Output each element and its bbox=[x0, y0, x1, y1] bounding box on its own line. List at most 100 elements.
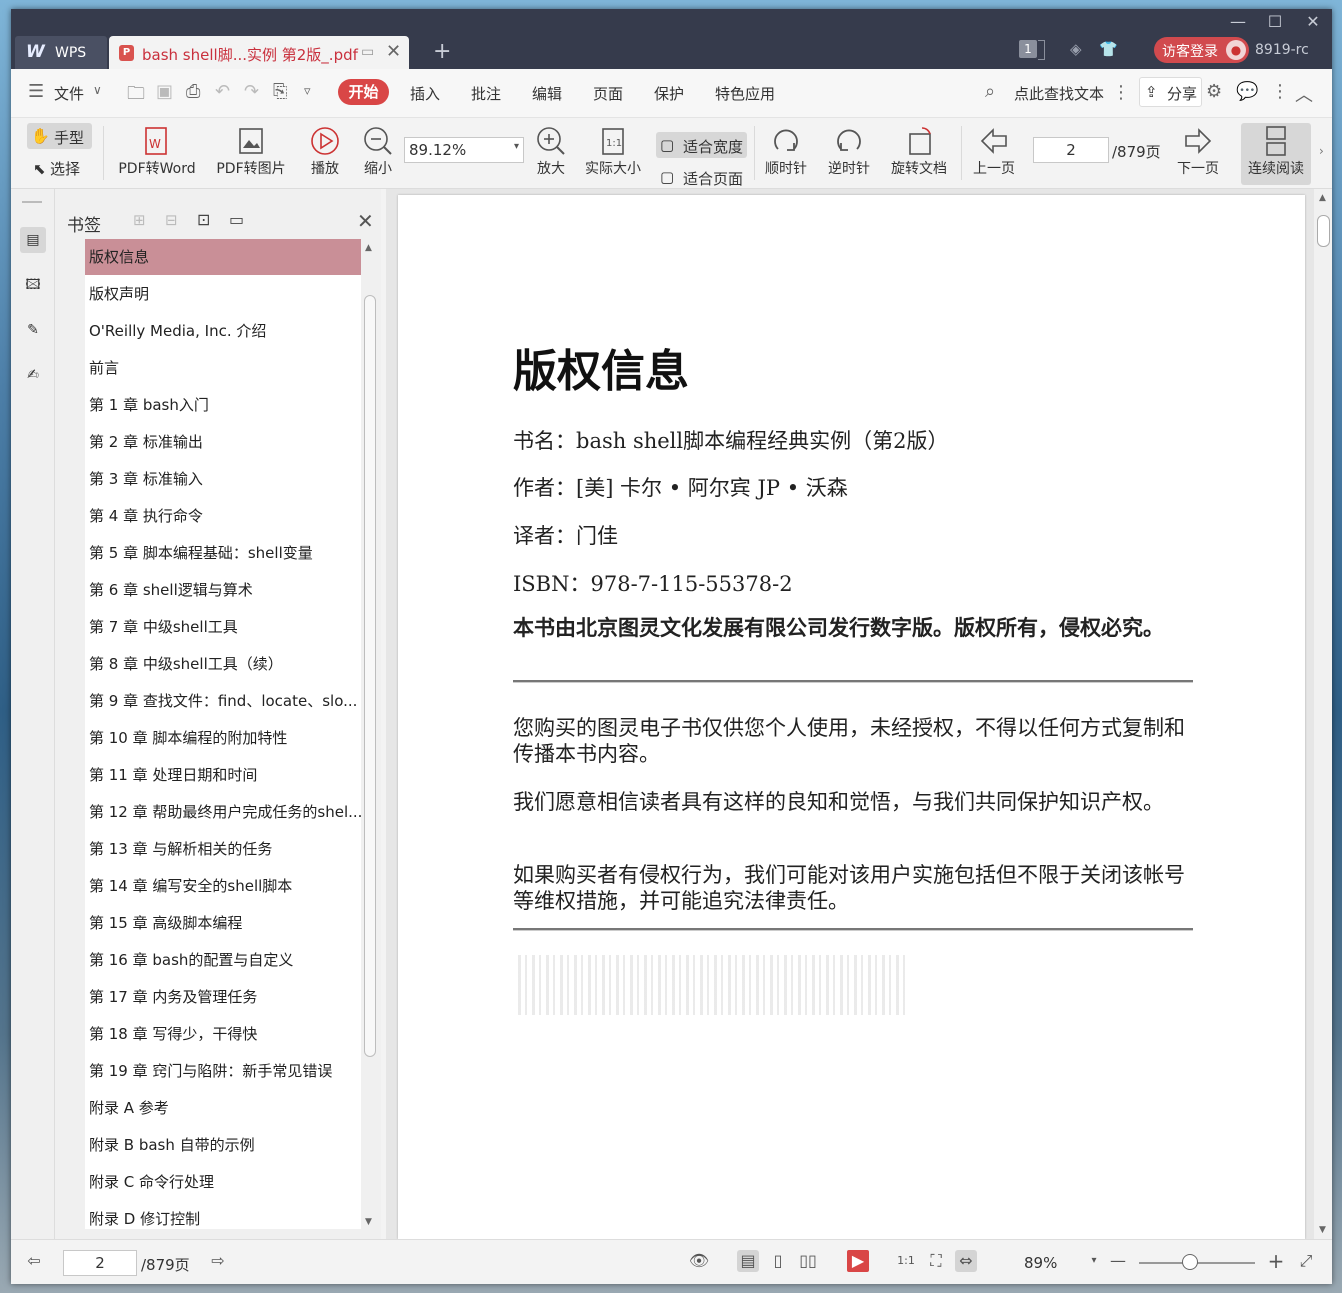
prev-page-arrow-icon[interactable]: ⇦ bbox=[23, 1250, 45, 1272]
zoom-out-button[interactable]: 缩小 bbox=[358, 124, 398, 178]
tab-insert[interactable]: 插入 bbox=[410, 83, 440, 104]
hamburger-menu-icon[interactable]: ☰ bbox=[28, 81, 44, 102]
zoom-select[interactable]: 89.12% ▾ bbox=[404, 137, 524, 163]
actual-size-button[interactable]: 1:1 实际大小 bbox=[581, 124, 645, 178]
document-view[interactable]: 版权信息 书名：bash shell脚本编程经典实例（第2版） 作者：[美] 卡… bbox=[386, 189, 1332, 1239]
bookmark-item[interactable]: 第 7 章 中级shell工具 bbox=[85, 609, 361, 645]
bookmark-item[interactable]: 附录 D 修订控制 bbox=[85, 1201, 361, 1229]
bookmark-item[interactable]: 第 5 章 脚本编程基础：shell变量 bbox=[85, 535, 361, 571]
export-icon[interactable]: ⎘ bbox=[273, 81, 287, 102]
bookmark-item[interactable]: 第 18 章 写得少，干得快 bbox=[85, 1016, 361, 1052]
drag-handle[interactable] bbox=[22, 201, 42, 203]
fullscreen-icon[interactable]: ⤢ bbox=[1295, 1250, 1317, 1272]
bookmark-item[interactable]: 第 17 章 内务及管理任务 bbox=[85, 979, 361, 1015]
tab-protect[interactable]: 保护 bbox=[654, 83, 684, 104]
fit-page-icon[interactable]: ⛶ bbox=[925, 1250, 947, 1272]
open-folder-icon[interactable]: 🗀 bbox=[127, 81, 145, 111]
close-window-icon[interactable]: ✕ bbox=[1295, 11, 1331, 33]
new-tab-button[interactable]: + bbox=[433, 39, 451, 64]
chevron-right-icon[interactable]: › bbox=[1319, 144, 1324, 158]
zoom-minus-icon[interactable]: — bbox=[1107, 1250, 1129, 1272]
pdf-to-image-button[interactable]: PDF转图片 bbox=[211, 124, 291, 178]
tab-start[interactable]: 开始 bbox=[338, 79, 389, 105]
signature-icon[interactable]: ✍ bbox=[20, 362, 46, 388]
search-icon[interactable]: ⌕ bbox=[985, 81, 995, 102]
collapse-ribbon-icon[interactable]: ︿ bbox=[1295, 81, 1313, 107]
zoom-in-button[interactable]: 放大 bbox=[531, 124, 571, 178]
bookmark-options-icon[interactable]: ▭ bbox=[229, 210, 244, 229]
find-text-field[interactable]: 点此查找文本 bbox=[1014, 83, 1104, 104]
more-dropdown-icon[interactable]: ▿ bbox=[304, 84, 311, 99]
fit-page-button[interactable]: ▢ 适合页面 bbox=[656, 164, 747, 188]
save-icon[interactable]: ▣ bbox=[156, 81, 173, 102]
bookmark-item[interactable]: 第 8 章 中级shell工具（续） bbox=[85, 646, 361, 682]
bookmark-item[interactable]: 第 3 章 标准输入 bbox=[85, 461, 361, 497]
tab-edit[interactable]: 编辑 bbox=[532, 83, 562, 104]
chat-icon[interactable]: 💬 bbox=[1236, 81, 1258, 102]
window-count-badge[interactable]: 1 bbox=[1019, 40, 1037, 58]
select-tool-button[interactable]: ⬉ 选择 bbox=[33, 158, 80, 179]
bookmark-item[interactable]: O'Reilly Media, Inc. 介绍 bbox=[85, 313, 361, 349]
tab-annotate[interactable]: 批注 bbox=[471, 83, 501, 104]
page-number-input[interactable]: 2 bbox=[1033, 137, 1109, 163]
continuous-view-icon[interactable]: ▤ bbox=[737, 1250, 759, 1272]
scroll-up-arrow-icon[interactable]: ▲ bbox=[1319, 193, 1326, 203]
two-page-view-icon[interactable]: ▯▯ bbox=[797, 1250, 819, 1272]
bookmark-item[interactable]: 附录 B bash 自带的示例 bbox=[85, 1127, 361, 1163]
play-button[interactable]: 播放 bbox=[305, 124, 345, 178]
single-page-view-icon[interactable]: ▯ bbox=[767, 1250, 789, 1272]
shirt-icon[interactable]: 👕 bbox=[1099, 40, 1118, 58]
document-scroll-thumb[interactable] bbox=[1317, 215, 1330, 247]
scroll-down-arrow-icon[interactable]: ▼ bbox=[1319, 1225, 1326, 1235]
bookmark-item[interactable]: 第 15 章 高级脚本编程 bbox=[85, 905, 361, 941]
scroll-up-arrow-icon[interactable]: ▲ bbox=[365, 243, 372, 253]
previous-page-button[interactable]: 上一页 bbox=[969, 124, 1019, 178]
bookmark-scroll-thumb[interactable] bbox=[364, 295, 376, 1057]
bookmark-item[interactable]: 第 16 章 bash的配置与自定义 bbox=[85, 942, 361, 978]
rotate-document-button[interactable]: 旋转文档 bbox=[887, 124, 951, 178]
gear-icon[interactable]: ⚙ bbox=[1206, 81, 1222, 102]
next-page-button[interactable]: 下一页 bbox=[1173, 124, 1223, 178]
rotate-clockwise-button[interactable]: 顺时针 bbox=[761, 124, 811, 178]
bookmark-item[interactable]: 附录 C 命令行处理 bbox=[85, 1164, 361, 1200]
annotation-icon[interactable]: ✎ bbox=[20, 317, 46, 343]
more-vertical-icon-2[interactable]: ⋮ bbox=[1271, 81, 1289, 102]
monitor-icon[interactable]: ▭ bbox=[361, 44, 374, 60]
bookmark-item[interactable]: 版权信息 bbox=[85, 239, 361, 275]
skin-icon[interactable]: ◈ bbox=[1070, 40, 1082, 58]
zoom-plus-icon[interactable]: + bbox=[1265, 1250, 1287, 1272]
document-scrollbar[interactable]: ▲ ▼ bbox=[1314, 189, 1332, 1239]
status-zoom-value[interactable]: 89% bbox=[1024, 1254, 1057, 1272]
bookmark-item[interactable]: 第 12 章 帮助最终用户完成任务的shel... bbox=[85, 794, 361, 830]
bookmark-item[interactable]: 版权声明 bbox=[85, 276, 361, 312]
bookmark-item[interactable]: 第 4 章 执行命令 bbox=[85, 498, 361, 534]
file-menu[interactable]: 文件 bbox=[54, 83, 84, 104]
bookmark-item[interactable]: 前言 bbox=[85, 350, 361, 386]
thumbnail-icon[interactable]: 🖾 bbox=[20, 272, 46, 298]
minimize-icon[interactable]: — bbox=[1220, 11, 1256, 33]
more-vertical-icon[interactable]: ⋮ bbox=[1112, 82, 1130, 103]
close-tab-icon[interactable]: ✕ bbox=[386, 41, 401, 62]
expand-all-icon[interactable]: ⊞ bbox=[133, 211, 146, 229]
actual-size-icon[interactable]: 1:1 bbox=[895, 1250, 917, 1272]
fit-width-button[interactable]: ▢ 适合宽度 bbox=[656, 132, 747, 158]
hand-tool-button[interactable]: ✋ 手型 bbox=[27, 123, 92, 149]
bookmark-scrollbar[interactable]: ▲ ▼ bbox=[361, 239, 377, 1229]
wps-home-tab[interactable]: W WPS bbox=[15, 36, 107, 69]
maximize-icon[interactable]: ☐ bbox=[1257, 11, 1293, 33]
close-panel-icon[interactable]: ✕ bbox=[357, 209, 374, 233]
next-page-arrow-icon[interactable]: ⇨ bbox=[207, 1250, 229, 1272]
chevron-down-icon[interactable]: ∨ bbox=[93, 83, 102, 97]
zoom-dropdown-icon[interactable]: ▾ bbox=[1083, 1250, 1105, 1272]
redo-icon[interactable]: ↷ bbox=[244, 81, 259, 102]
tab-special-apps[interactable]: 特色应用 bbox=[715, 83, 775, 104]
tab-page[interactable]: 页面 bbox=[593, 83, 623, 104]
add-bookmark-icon[interactable]: ⊡ bbox=[197, 210, 210, 229]
collapse-all-icon[interactable]: ⊟ bbox=[165, 211, 178, 229]
bookmark-item[interactable]: 第 13 章 与解析相关的任务 bbox=[85, 831, 361, 867]
document-tab[interactable]: P bash shell脚...实例 第2版_.pdf ▭ ✕ bbox=[109, 36, 409, 69]
rotate-counterclockwise-button[interactable]: 逆时针 bbox=[824, 124, 874, 178]
bookmark-item[interactable]: 第 1 章 bash入门 bbox=[85, 387, 361, 423]
undo-icon[interactable]: ↶ bbox=[215, 81, 230, 102]
bookmark-item[interactable]: 第 2 章 标准输出 bbox=[85, 424, 361, 460]
